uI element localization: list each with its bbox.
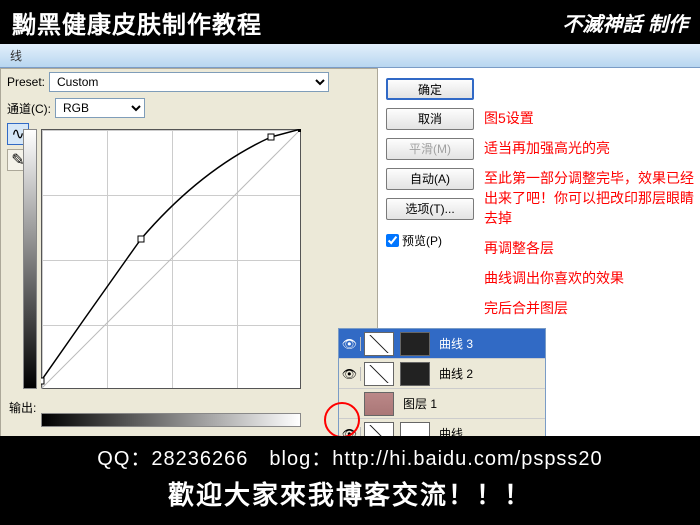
ok-button[interactable]: 确定: [386, 78, 474, 100]
instruction-text: 图5设置 适当再加强高光的亮 至此第一部分调整完毕，效果已经出来了吧！你可以把改…: [484, 108, 696, 328]
layer-row[interactable]: 👁 曲线 3: [339, 329, 545, 359]
tip-6: 完后合并图层: [484, 298, 696, 318]
preset-select[interactable]: Custom: [49, 72, 329, 92]
mask-thumb: [400, 362, 430, 386]
curve-graph[interactable]: [41, 129, 341, 409]
preset-label: Preset:: [7, 75, 45, 89]
tip-2: 适当再加强高光的亮: [484, 138, 696, 158]
tip-5: 曲线调出你喜欢的效果: [484, 268, 696, 288]
tip-3: 至此第一部分调整完毕，效果已经出来了吧！你可以把改印那层眼睛去掉: [484, 168, 696, 228]
curve-grid[interactable]: [41, 129, 301, 389]
page-title: 黝黑健康皮肤制作教程: [12, 5, 262, 40]
contact-line: QQ：28236266 blog：http://hi.baidu.com/psp…: [0, 436, 700, 471]
brand-logo: 不滅神話 制作: [562, 8, 688, 37]
layer-row[interactable]: 👁 曲线 2: [339, 359, 545, 389]
layer-thumb: [364, 332, 394, 356]
layers-panel: 👁 曲线 3 👁 曲线 2 图层 1 👁 曲线: [338, 328, 546, 450]
layer-row[interactable]: 图层 1: [339, 389, 545, 419]
workarea: 线 Preset: Custom 通道(C): RGB ∿ ✎: [0, 44, 700, 436]
options-button[interactable]: 选项(T)...: [386, 198, 474, 220]
dialog-buttons: 确定 取消 平滑(M) 自动(A) 选项(T)... 预览(P): [386, 70, 474, 257]
auto-button[interactable]: 自动(A): [386, 168, 474, 190]
output-label: 输出:: [9, 399, 36, 416]
dialog-titlebar[interactable]: 线: [0, 44, 700, 68]
mask-thumb: [400, 332, 430, 356]
output-gradient: [23, 129, 37, 389]
welcome-line: 歡迎大家來我博客交流！！！: [0, 471, 700, 512]
visibility-icon[interactable]: 👁: [339, 367, 361, 381]
cancel-button[interactable]: 取消: [386, 108, 474, 130]
layer-name: 曲线 2: [439, 365, 473, 382]
layer-thumb: [364, 362, 394, 386]
preview-label: 预览(P): [402, 232, 442, 249]
preview-checkbox[interactable]: 预览(P): [386, 232, 474, 249]
channel-label: 通道(C):: [7, 100, 51, 117]
footer: QQ：28236266 blog：http://hi.baidu.com/psp…: [0, 436, 700, 525]
tip-1: 图5设置: [484, 108, 696, 128]
curves-panel: Preset: Custom 通道(C): RGB ∿ ✎ 输出:: [0, 68, 378, 484]
layer-thumb: [364, 392, 394, 416]
channel-select[interactable]: RGB: [55, 98, 145, 118]
tip-4: 再调整各层: [484, 238, 696, 258]
layer-name: 图层 1: [403, 395, 437, 412]
smooth-button: 平滑(M): [386, 138, 474, 160]
visibility-icon[interactable]: 👁: [339, 337, 361, 351]
layer-name: 曲线 3: [439, 335, 473, 352]
input-gradient: [41, 413, 301, 427]
